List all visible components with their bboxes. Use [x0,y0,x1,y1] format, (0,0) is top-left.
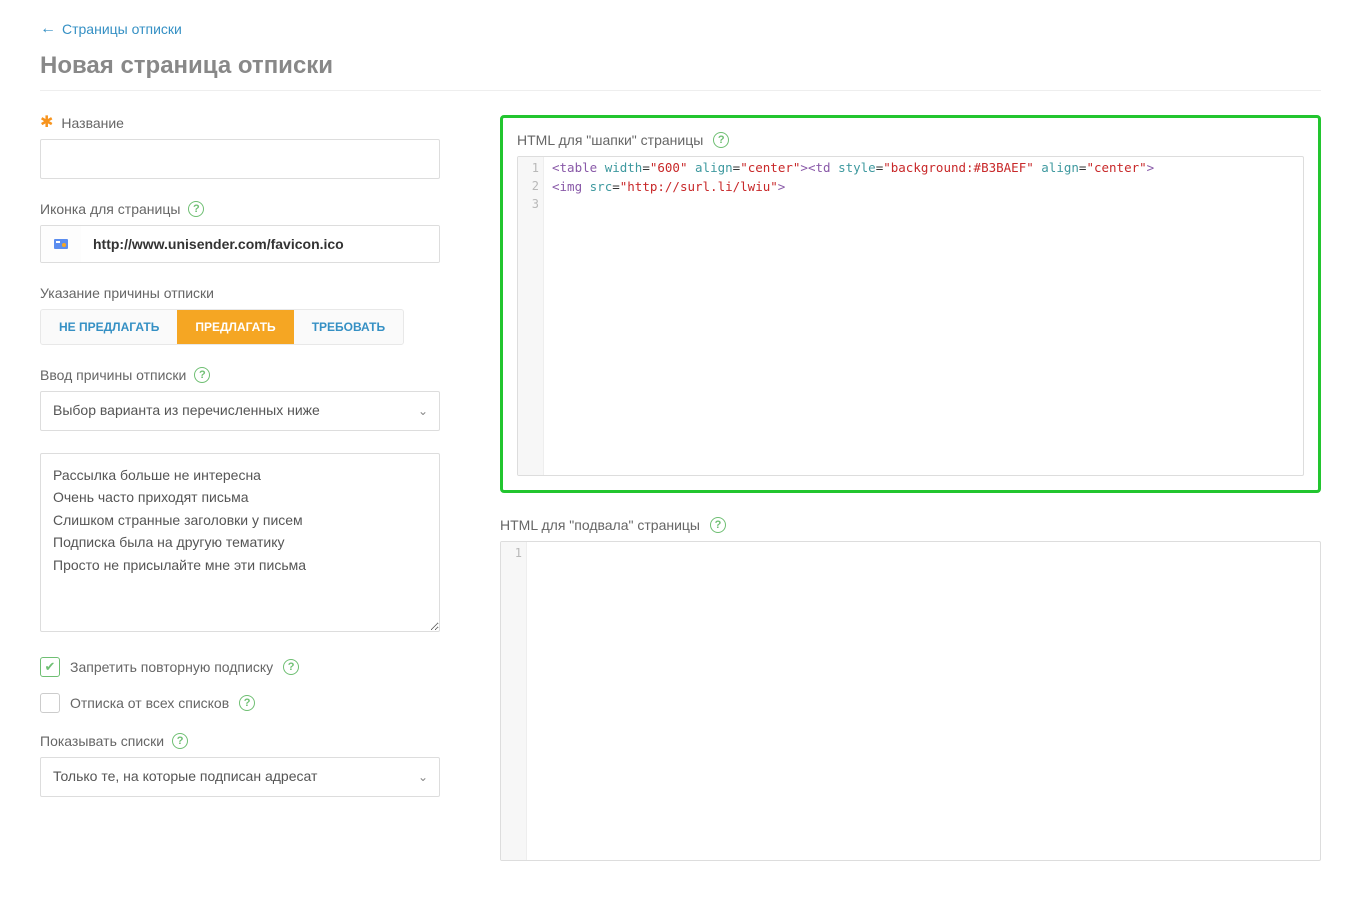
line-gutter: 123 [518,157,544,475]
icon-label: Иконка для страницы [40,201,180,217]
help-icon[interactable]: ? [710,517,726,533]
show-lists-label: Показывать списки [40,733,164,749]
unsub-all-checkbox[interactable]: ✔ [40,693,60,713]
forbid-resubscribe-label: Запретить повторную подписку [70,659,273,675]
back-link-text: Страницы отписки [62,21,182,37]
icon-url-field [40,225,440,263]
favicon-preview-icon [41,226,81,262]
btn-require[interactable]: ТРЕБОВАТЬ [294,310,403,344]
show-lists-select[interactable]: Только те, на которые подписан адресат [40,757,440,797]
help-icon[interactable]: ? [713,132,729,148]
title-divider [40,90,1321,91]
icon-url-input[interactable] [81,226,439,262]
forbid-resubscribe-checkbox[interactable]: ✔ [40,657,60,677]
footer-html-editor[interactable]: 1 [500,541,1321,861]
footer-code-area[interactable] [527,542,1320,860]
page-title: Новая страница отписки [40,52,1321,80]
btn-suggest[interactable]: ПРЕДЛАГАТЬ [177,310,293,344]
footer-editor-label: HTML для "подвала" страницы [500,517,700,533]
help-icon[interactable]: ? [188,201,204,217]
reason-prompt-label: Указание причины отписки [40,285,214,301]
help-icon[interactable]: ? [172,733,188,749]
name-input[interactable] [40,139,440,179]
help-icon[interactable]: ? [239,695,255,711]
arrow-left-icon: ← [40,20,56,38]
help-icon[interactable]: ? [283,659,299,675]
reason-input-label: Ввод причины отписки [40,367,186,383]
required-marker: ✱ [40,115,53,131]
header-editor-highlight: HTML для "шапки" страницы ? 123 <table w… [500,115,1321,493]
name-label: Название [61,115,124,131]
reason-prompt-toggle: НЕ ПРЕДЛАГАТЬ ПРЕДЛАГАТЬ ТРЕБОВАТЬ [40,309,404,345]
help-icon[interactable]: ? [194,367,210,383]
btn-dont-suggest[interactable]: НЕ ПРЕДЛАГАТЬ [41,310,177,344]
reasons-textarea[interactable] [40,453,440,632]
header-code-area[interactable]: <table width="600" align="center"><td st… [544,157,1303,475]
line-gutter: 1 [501,542,527,860]
reason-input-select[interactable]: Выбор варианта из перечисленных ниже [40,391,440,431]
back-link[interactable]: ← Страницы отписки [40,20,182,38]
unsub-all-label: Отписка от всех списков [70,695,229,711]
header-html-editor[interactable]: 123 <table width="600" align="center"><t… [517,156,1304,476]
header-editor-label: HTML для "шапки" страницы [517,132,703,148]
